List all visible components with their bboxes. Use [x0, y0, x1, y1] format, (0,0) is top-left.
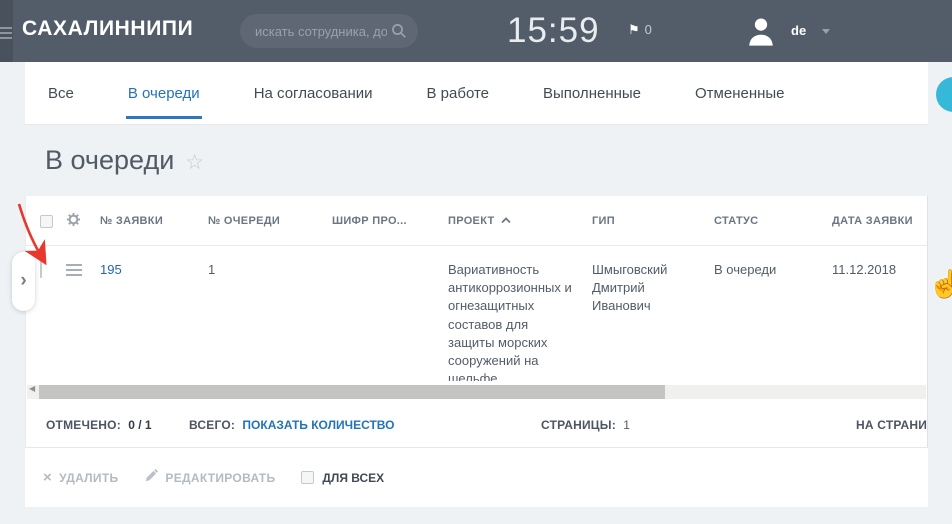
mouse-cursor-icon: ☝: [928, 268, 952, 300]
request-link[interactable]: 195: [100, 262, 122, 277]
flag-icon: ⚑: [628, 22, 640, 37]
for-all-checkbox[interactable]: [301, 471, 314, 484]
horizontal-scroll-area: ◀: [26, 381, 927, 402]
tab-in-queue[interactable]: В очереди: [128, 62, 200, 124]
row-checkbox[interactable]: [40, 261, 42, 278]
requests-grid: № ЗАЯВКИ № ОЧЕРЕДИ ШИФР ПРО... ПРОЕКТ ГИ…: [25, 196, 928, 402]
delete-button[interactable]: × УДАЛИТЬ: [43, 470, 118, 485]
top-header: САХАЛИННИПИ 15:59 ⚑0 de: [0, 0, 952, 62]
pages-value: 1: [623, 418, 630, 432]
grid-header-row: № ЗАЯВКИ № ОЧЕРЕДИ ШИФР ПРО... ПРОЕКТ ГИ…: [26, 196, 927, 246]
delete-x-icon: ×: [43, 470, 52, 485]
pages-label: СТРАНИЦЫ:: [541, 418, 616, 432]
hamburger-icon[interactable]: [0, 24, 12, 42]
menu-strip[interactable]: [0, 0, 13, 62]
page-title: В очереди: [45, 145, 174, 176]
per-page-label: НА СТРАНИЦ: [856, 418, 928, 432]
chevron-down-icon[interactable]: [822, 29, 830, 34]
action-bar: × УДАЛИТЬ РЕДАКТИРОВАТЬ ДЛЯ ВСЕХ: [25, 448, 928, 507]
col-gip[interactable]: ГИП: [592, 215, 714, 227]
cell-gip: Шмыговский Дмитрий Иванович: [592, 261, 714, 316]
title-row: В очереди ☆: [25, 125, 928, 196]
search-input[interactable]: [255, 14, 387, 48]
brand-logo: САХАЛИННИПИ: [22, 17, 193, 41]
chevron-right-icon: ›: [20, 270, 26, 292]
user-menu[interactable]: de: [791, 23, 806, 38]
edit-button[interactable]: РЕДАКТИРОВАТЬ: [144, 469, 275, 486]
select-all-checkbox[interactable]: [40, 215, 53, 228]
cell-project: Вариативность антикоррозионных и огнезащ…: [448, 261, 592, 388]
favorite-star-icon[interactable]: ☆: [185, 150, 204, 175]
scrollbar-thumb[interactable]: [39, 385, 665, 399]
notification-count: 0: [645, 22, 652, 37]
for-all-label: ДЛЯ ВСЕХ: [322, 471, 384, 485]
col-queue-no[interactable]: № ОЧЕРЕДИ: [208, 215, 332, 227]
sidebar-expand-button[interactable]: ›: [12, 252, 35, 311]
filter-tabbar: Все В очереди На согласовании В работе В…: [25, 62, 928, 125]
col-request-date[interactable]: ДАТА ЗАЯВКИ: [832, 215, 927, 227]
cell-queue-no: 1: [208, 261, 332, 279]
sort-asc-icon: [501, 215, 511, 227]
tab-in-progress[interactable]: В работе: [427, 62, 490, 124]
main-content: Все В очереди На согласовании В работе В…: [25, 62, 928, 507]
checked-value: 0 / 1: [128, 418, 151, 432]
tab-all[interactable]: Все: [48, 62, 74, 124]
tab-completed[interactable]: Выполненные: [543, 62, 641, 124]
tab-cancelled[interactable]: Отмененные: [695, 62, 785, 124]
col-cipher[interactable]: ШИФР ПРО...: [332, 215, 448, 227]
checked-label: ОТМЕЧЕНО:: [46, 418, 121, 432]
for-all-toggle[interactable]: ДЛЯ ВСЕХ: [301, 471, 384, 485]
col-request-no[interactable]: № ЗАЯВКИ: [100, 215, 208, 227]
clock[interactable]: 15:59: [507, 11, 600, 51]
cell-status: В очереди: [714, 261, 832, 279]
notifications[interactable]: ⚑0: [628, 22, 652, 38]
cell-request-date: 11.12.2018: [832, 261, 927, 279]
grid-footer: ОТМЕЧЕНО: 0 / 1 ВСЕГО: ПОКАЗАТЬ КОЛИЧЕСТ…: [25, 402, 928, 448]
user-avatar-icon[interactable]: [745, 16, 777, 51]
tab-on-approval[interactable]: На согласовании: [254, 62, 373, 124]
total-label: ВСЕГО:: [189, 418, 235, 432]
helper-bubble-button[interactable]: [936, 77, 952, 112]
table-row: 195 1 Вариативность антикоррозионных и о…: [26, 246, 927, 381]
col-status[interactable]: СТАТУС: [714, 215, 832, 227]
search-icon[interactable]: [391, 23, 407, 44]
show-count-link[interactable]: ПОКАЗАТЬ КОЛИЧЕСТВО: [242, 418, 394, 432]
grid-settings-gear-icon[interactable]: [66, 212, 81, 230]
col-project[interactable]: ПРОЕКТ: [448, 215, 592, 227]
global-search[interactable]: [240, 14, 418, 48]
row-menu-icon[interactable]: [66, 264, 84, 276]
pencil-icon: [144, 469, 158, 486]
